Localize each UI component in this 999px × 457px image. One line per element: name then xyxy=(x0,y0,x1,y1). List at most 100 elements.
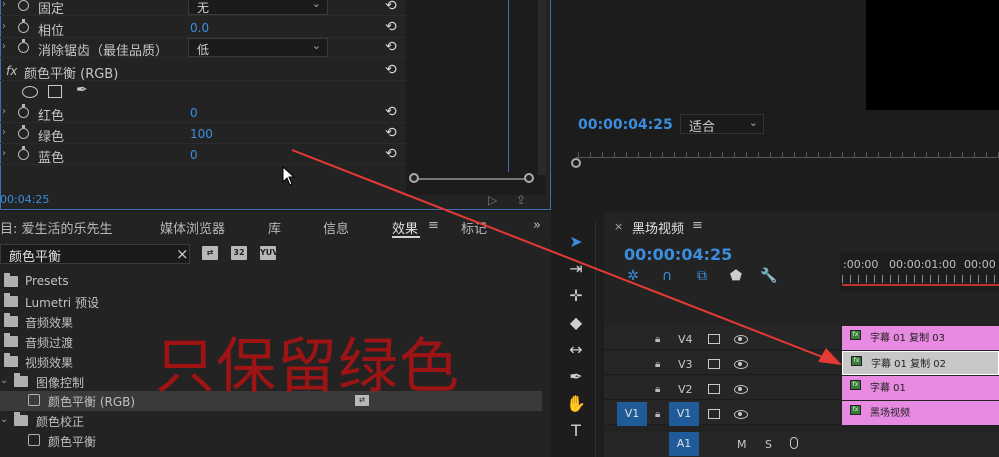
film-icon[interactable] xyxy=(708,384,720,394)
nest-toggle-icon[interactable]: ✲ xyxy=(624,268,642,284)
track-select-tool-icon[interactable]: ⇥ xyxy=(566,259,586,279)
reset-icon[interactable]: ⟲ xyxy=(385,126,399,140)
panel-menu-icon[interactable]: ≡ xyxy=(428,218,439,233)
tab-libraries[interactable]: 库 xyxy=(268,218,281,237)
phase-value[interactable]: 0.0 xyxy=(190,21,209,35)
stopwatch-icon[interactable] xyxy=(18,146,29,160)
tab-effects[interactable]: 效果 xyxy=(392,218,418,237)
stopwatch-icon[interactable] xyxy=(18,0,29,11)
program-playhead-knob[interactable] xyxy=(571,158,581,168)
reset-icon[interactable]: ⟲ xyxy=(385,40,399,54)
microphone-icon[interactable] xyxy=(790,437,798,449)
overflow-icon[interactable]: » xyxy=(533,218,541,233)
track-header-a1[interactable] xyxy=(604,432,999,457)
tree-item-color-balance[interactable]: 颜色平衡 xyxy=(0,431,542,451)
eye-icon[interactable] xyxy=(734,335,748,344)
clip-caption-01[interactable]: fx 字幕 01 xyxy=(842,376,999,400)
reset-icon[interactable]: ⟲ xyxy=(385,63,399,77)
accelerated-filter-icon[interactable]: ⇄ xyxy=(202,246,218,260)
tree-item-color-correction[interactable]: ⌄ 颜色校正 xyxy=(0,411,542,431)
chevron-right-icon[interactable]: › xyxy=(2,127,6,138)
reset-icon[interactable]: ⟲ xyxy=(385,20,399,34)
chevron-right-icon[interactable]: › xyxy=(2,21,6,32)
program-ruler[interactable] xyxy=(568,148,999,166)
pen-mask-icon[interactable]: ✒ xyxy=(76,82,88,98)
track-header-v4[interactable] xyxy=(604,326,840,350)
track-header-v2[interactable] xyxy=(604,376,840,400)
ellipse-mask-icon[interactable] xyxy=(22,86,38,98)
rect-mask-icon[interactable] xyxy=(48,85,62,98)
antialias-dropdown[interactable]: 低 ⌄ xyxy=(188,38,328,57)
lock-icon[interactable]: 🔒︎ xyxy=(655,359,660,370)
export-icon[interactable]: ⇪ xyxy=(516,193,526,207)
chevron-down-icon[interactable]: ⌄ xyxy=(0,375,8,386)
blue-value[interactable]: 0 xyxy=(190,148,198,162)
chevron-right-icon[interactable]: › xyxy=(2,0,6,10)
tree-item-presets[interactable]: Presets xyxy=(0,272,542,292)
hand-tool-icon[interactable]: ✋ xyxy=(566,394,586,414)
filter-icon[interactable]: ▷ xyxy=(488,193,497,207)
mute-button[interactable]: M xyxy=(737,438,747,451)
program-timecode[interactable]: 00:00:04:25 xyxy=(578,117,673,133)
razor-tool-icon[interactable]: ◆ xyxy=(566,313,586,333)
sequence-menu-icon[interactable]: ≡ xyxy=(692,218,703,233)
chevron-down-icon[interactable]: ⌄ xyxy=(0,414,8,425)
fx-badge[interactable]: fx xyxy=(6,64,17,78)
effect-mini-timeline[interactable] xyxy=(406,0,546,195)
filter-yuv-button[interactable]: YUV xyxy=(260,246,278,260)
track-header-v3[interactable] xyxy=(604,351,840,375)
mini-playhead[interactable] xyxy=(508,0,509,172)
close-sequence-icon[interactable]: × xyxy=(614,220,623,233)
solo-button[interactable]: S xyxy=(765,438,772,451)
stopwatch-icon[interactable] xyxy=(18,125,29,139)
lock-icon[interactable]: 🔒︎ xyxy=(655,334,660,345)
slip-tool-icon[interactable]: ↔ xyxy=(566,340,586,360)
clip-caption-copy-02[interactable]: fx 字幕 01 复制 02 xyxy=(842,351,999,375)
film-icon[interactable] xyxy=(708,334,720,344)
stopwatch-icon[interactable] xyxy=(18,19,29,33)
snap-icon[interactable]: ∩ xyxy=(658,268,676,284)
clip-black-video[interactable]: fx 黑场视频 xyxy=(842,401,999,425)
zoom-scrollbar[interactable] xyxy=(410,178,532,186)
effect-header-color-balance[interactable]: 颜色平衡 (RGB) xyxy=(0,61,406,82)
stopwatch-icon[interactable] xyxy=(18,39,29,53)
type-tool-icon[interactable]: T xyxy=(566,421,586,441)
pin-dropdown[interactable]: 无 ⌄ xyxy=(188,0,328,15)
red-value[interactable]: 0 xyxy=(190,106,198,120)
effects-search-input[interactable]: 颜色平衡 xyxy=(0,244,190,265)
lock-icon[interactable]: 🔒︎ xyxy=(655,409,660,420)
track-target-a1[interactable]: A1 xyxy=(669,432,699,456)
add-marker-icon[interactable]: ⬟ xyxy=(727,268,745,284)
chevron-right-icon[interactable]: › xyxy=(2,106,6,117)
vertical-scrollbar[interactable] xyxy=(538,0,546,175)
effect-timecode[interactable]: 00:04:25 xyxy=(0,193,49,206)
sequence-title[interactable]: 黑场视频 xyxy=(632,218,684,237)
linked-selection-icon[interactable]: ⧉ xyxy=(693,268,711,284)
eye-icon[interactable] xyxy=(734,360,748,369)
source-patch-v1[interactable]: V1 xyxy=(617,402,647,426)
film-icon[interactable] xyxy=(708,359,720,369)
selection-tool-icon[interactable]: ➤ xyxy=(566,232,586,252)
reset-icon[interactable]: ⟲ xyxy=(385,105,399,119)
tree-item-lumetri[interactable]: Lumetri 预设 xyxy=(0,292,542,312)
lock-icon[interactable]: 🔒︎ xyxy=(655,384,660,395)
reset-icon[interactable]: ⟲ xyxy=(385,0,399,13)
filter-32bit-button[interactable]: 32 xyxy=(231,246,247,260)
clear-search-icon[interactable]: × xyxy=(176,245,189,263)
fit-dropdown[interactable]: 适合 ⌄ xyxy=(680,114,764,135)
green-value[interactable]: 100 xyxy=(190,127,213,141)
track-target-v1[interactable]: V1 xyxy=(669,402,699,426)
stopwatch-icon[interactable] xyxy=(18,104,29,118)
wrench-icon[interactable]: 🔧 xyxy=(760,268,778,284)
eye-icon[interactable] xyxy=(734,410,748,419)
tab-info[interactable]: 信息 xyxy=(323,218,349,237)
tab-project[interactable]: 目: 爱生活的乐先生 xyxy=(0,218,113,237)
timeline-timecode[interactable]: 00:00:04:25 xyxy=(624,245,732,264)
zoom-handle-left[interactable] xyxy=(409,173,419,183)
tab-markers[interactable]: 标记 xyxy=(461,218,487,237)
zoom-handle-right[interactable] xyxy=(524,173,534,183)
ripple-edit-tool-icon[interactable]: ✛ xyxy=(566,286,586,306)
tab-media-browser[interactable]: 媒体浏览器 xyxy=(160,218,225,237)
chevron-right-icon[interactable]: › xyxy=(2,148,6,159)
film-icon[interactable] xyxy=(708,409,720,419)
